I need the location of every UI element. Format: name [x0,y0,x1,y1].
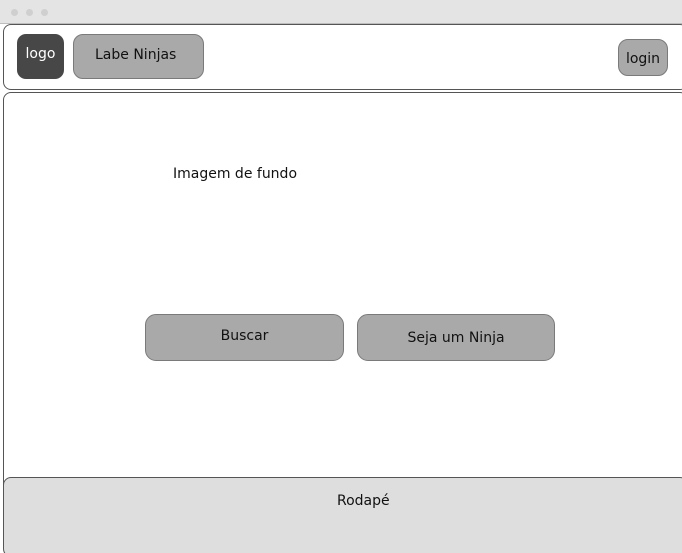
login-button[interactable]: login [618,39,668,76]
brand-button[interactable]: Labe Ninjas [73,34,204,79]
background-image-label: Imagem de fundo [173,166,298,182]
window-minimize-dot[interactable] [26,9,33,16]
footer [3,477,682,553]
window-maximize-dot[interactable] [41,9,48,16]
main-content [3,92,682,492]
window-close-dot[interactable] [11,9,18,16]
search-button[interactable]: Buscar [145,314,344,361]
logo[interactable]: logo [17,34,64,79]
become-ninja-button[interactable]: Seja um Ninja [357,314,555,361]
window-titlebar [0,0,682,24]
footer-label: Rodapé [337,493,390,509]
browser-window: logo Labe Ninjas login Imagem de fundo B… [0,0,682,553]
